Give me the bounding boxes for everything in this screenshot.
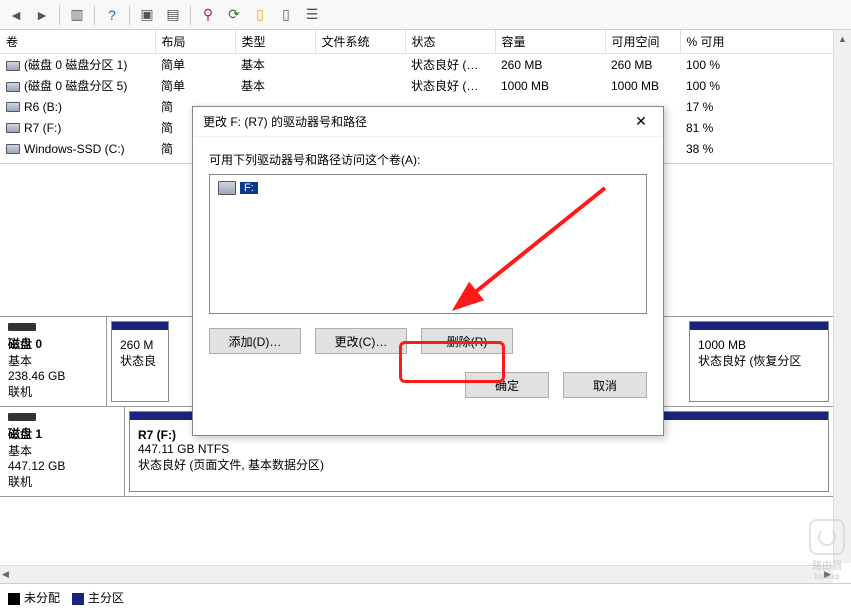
add-button[interactable]: 添加(D)… [209,328,301,354]
col-fs[interactable]: 文件系统 [315,30,405,54]
nav-forward-icon[interactable]: ► [30,3,54,27]
col-free[interactable]: 可用空间 [605,30,680,54]
dialog-confirm-row: 确定 取消 [209,372,647,398]
refresh-icon[interactable]: ⟳ [222,3,246,27]
properties-icon[interactable]: ☰ [300,3,324,27]
watermark-icon [809,519,845,555]
toolbar: ◄ ► ▥ ? ▣ ▤ ⚲ ⟳ ▯ ▯ ☰ [0,0,851,30]
col-volume[interactable]: 卷 [0,30,155,54]
disk-header[interactable]: 磁盘 0基本238.46 GB联机 [0,317,107,406]
volume-icon [6,102,20,112]
partition[interactable]: 260 M状态良 [111,321,169,402]
col-layout[interactable]: 布局 [155,30,235,54]
table-header-row: 卷 布局 类型 文件系统 状态 容量 可用空间 % 可用 [0,30,851,54]
ok-button[interactable]: 确定 [465,372,549,398]
dialog-instruction: 可用下列驱动器号和路径访问这个卷(A): [209,151,647,168]
col-capacity[interactable]: 容量 [495,30,605,54]
dialog-titlebar: 更改 F: (R7) 的驱动器号和路径 ✕ [193,107,663,137]
paste-icon[interactable]: ▯ [274,3,298,27]
list-item[interactable]: F: [214,179,642,197]
change-drive-letter-dialog: 更改 F: (R7) 的驱动器号和路径 ✕ 可用下列驱动器号和路径访问这个卷(A… [192,106,664,436]
separator [129,5,130,25]
drive-letter-list[interactable]: F: [209,174,647,314]
scroll-up-icon[interactable]: ▲ [834,30,851,48]
search-icon[interactable]: ⚲ [196,3,220,27]
dialog-action-row: 添加(D)… 更改(C)… 删除(R) [209,328,647,354]
nav-back-icon[interactable]: ◄ [4,3,28,27]
col-pct[interactable]: % 可用 [680,30,851,54]
change-button[interactable]: 更改(C)… [315,328,407,354]
vertical-scrollbar[interactable]: ▲ [833,30,851,563]
col-type[interactable]: 类型 [235,30,315,54]
console2-icon[interactable]: ▤ [161,3,185,27]
watermark-text1: 路由器 [809,557,845,572]
table-row[interactable]: (磁盘 0 磁盘分区 5)简单基本状态良好 (…1000 MB1000 MB10… [0,75,851,96]
partition[interactable]: 1000 MB状态良好 (恢复分区 [689,321,829,402]
remove-button[interactable]: 删除(R) [421,328,513,354]
disk-header[interactable]: 磁盘 1基本447.12 GB联机 [0,407,125,496]
console-icon[interactable]: ▣ [135,3,159,27]
separator [94,5,95,25]
watermark-text2: luyouqi [809,572,845,581]
watermark: 路由器 luyouqi [809,519,845,581]
separator [59,5,60,25]
cut-icon[interactable]: ▯ [248,3,272,27]
drive-icon [218,181,236,195]
dialog-title: 更改 F: (R7) 的驱动器号和路径 [203,113,367,130]
legend-primary: 主分区 [72,589,124,606]
separator [190,5,191,25]
scroll-left-icon[interactable]: ◀ [2,569,9,580]
disk-icon [8,323,36,331]
table-row[interactable]: (磁盘 0 磁盘分区 1)简单基本状态良好 (…260 MB260 MB100 … [0,54,851,76]
legend-unallocated: 未分配 [8,589,60,606]
volume-icon [6,123,20,133]
horizontal-scrollbar[interactable]: ◀ ▶ [0,565,833,583]
cancel-button[interactable]: 取消 [563,372,647,398]
volume-icon [6,144,20,154]
drive-letter-label: F: [240,182,258,194]
close-icon[interactable]: ✕ [627,111,655,133]
view-panel-icon[interactable]: ▥ [65,3,89,27]
legend: 未分配 主分区 [0,583,851,611]
help-icon[interactable]: ? [100,3,124,27]
disk-icon [8,413,36,421]
volume-icon [6,61,20,71]
col-status[interactable]: 状态 [405,30,495,54]
volume-icon [6,82,20,92]
